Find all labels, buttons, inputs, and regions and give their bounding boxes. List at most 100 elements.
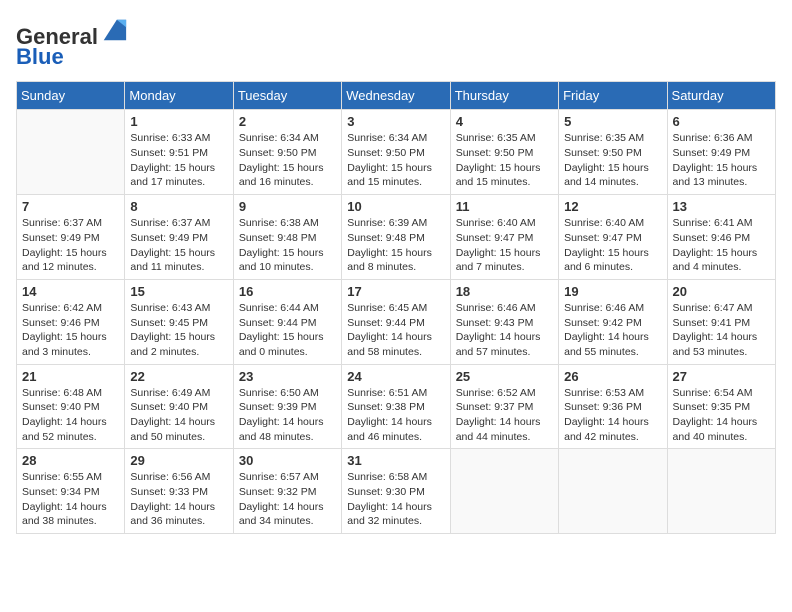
calendar-cell: 3Sunrise: 6:34 AM Sunset: 9:50 PM Daylig… (342, 110, 450, 195)
day-info: Sunrise: 6:35 AM Sunset: 9:50 PM Dayligh… (564, 131, 661, 190)
calendar-cell: 22 Sunrise: 6:49 AM Sunset: 9:40 PM Dayli… (125, 364, 233, 449)
calendar-cell: 23 Sunrise: 6:50 AM Sunset: 9:39 PM Dayli… (233, 364, 341, 449)
day-info: Sunrise: 6:44 AM Sunset: 9:44 PM Dayligh… (239, 301, 336, 360)
day-number: 5 (564, 114, 661, 129)
day-info: Sunrise: 6:40 AM Sunset: 9:47 PM Dayligh… (456, 216, 553, 275)
calendar-cell: 30Sunrise: 6:57 AM Sunset: 9:32 PM Dayli… (233, 449, 341, 534)
page-header: General Blue (16, 16, 776, 69)
day-number: 13 (673, 199, 770, 214)
day-number: 15 (130, 284, 227, 299)
day-info: Sunrise: 6:46 AM Sunset: 9:42 PM Dayligh… (564, 301, 661, 360)
day-number: 9 (239, 199, 336, 214)
day-info: Sunrise: 6:40 AM Sunset: 9:47 PM Dayligh… (564, 216, 661, 275)
calendar-cell: 13 Sunrise: 6:41 AM Sunset: 9:46 PM Dayli… (667, 195, 775, 280)
day-info: Sunrise: 6:49 AM Sunset: 9:40 PM Dayligh… (130, 386, 227, 445)
day-number: 28 (22, 453, 119, 468)
calendar-cell (450, 449, 558, 534)
weekday-header-row: SundayMondayTuesdayWednesdayThursdayFrid… (17, 82, 776, 110)
calendar-cell: 24 Sunrise: 6:51 AM Sunset: 9:38 PM Dayli… (342, 364, 450, 449)
day-number: 29 (130, 453, 227, 468)
calendar-cell: 12 Sunrise: 6:40 AM Sunset: 9:47 PM Dayli… (559, 195, 667, 280)
day-number: 22 (130, 369, 227, 384)
day-info: Sunrise: 6:45 AM Sunset: 9:44 PM Dayligh… (347, 301, 444, 360)
day-info: Sunrise: 6:55 AM Sunset: 9:34 PM Dayligh… (22, 470, 119, 529)
logo: General Blue (16, 16, 128, 69)
weekday-header-sunday: Sunday (17, 82, 125, 110)
day-info: Sunrise: 6:34 AM Sunset: 9:50 PM Dayligh… (239, 131, 336, 190)
calendar-cell: 26 Sunrise: 6:53 AM Sunset: 9:36 PM Dayli… (559, 364, 667, 449)
day-info: Sunrise: 6:56 AM Sunset: 9:33 PM Dayligh… (130, 470, 227, 529)
calendar-cell (559, 449, 667, 534)
calendar-cell: 10 Sunrise: 6:39 AM Sunset: 9:48 PM Dayli… (342, 195, 450, 280)
day-number: 25 (456, 369, 553, 384)
day-info: Sunrise: 6:37 AM Sunset: 9:49 PM Dayligh… (22, 216, 119, 275)
calendar-cell: 25Sunrise: 6:52 AM Sunset: 9:37 PM Dayli… (450, 364, 558, 449)
weekday-header-saturday: Saturday (667, 82, 775, 110)
day-number: 8 (130, 199, 227, 214)
day-number: 17 (347, 284, 444, 299)
day-number: 26 (564, 369, 661, 384)
day-info: Sunrise: 6:54 AM Sunset: 9:35 PM Dayligh… (673, 386, 770, 445)
calendar-cell (17, 110, 125, 195)
calendar-cell: 28 Sunrise: 6:55 AM Sunset: 9:34 PM Dayli… (17, 449, 125, 534)
day-number: 14 (22, 284, 119, 299)
day-info: Sunrise: 6:48 AM Sunset: 9:40 PM Dayligh… (22, 386, 119, 445)
day-number: 16 (239, 284, 336, 299)
day-number: 10 (347, 199, 444, 214)
weekday-header-thursday: Thursday (450, 82, 558, 110)
calendar-cell: 1 Sunrise: 6:33 AM Sunset: 9:51 PM Daylig… (125, 110, 233, 195)
day-number: 3 (347, 114, 444, 129)
day-number: 20 (673, 284, 770, 299)
day-info: Sunrise: 6:46 AM Sunset: 9:43 PM Dayligh… (456, 301, 553, 360)
day-info: Sunrise: 6:47 AM Sunset: 9:41 PM Dayligh… (673, 301, 770, 360)
day-number: 7 (22, 199, 119, 214)
day-number: 12 (564, 199, 661, 214)
day-info: Sunrise: 6:39 AM Sunset: 9:48 PM Dayligh… (347, 216, 444, 275)
day-number: 21 (22, 369, 119, 384)
day-number: 31 (347, 453, 444, 468)
day-info: Sunrise: 6:53 AM Sunset: 9:36 PM Dayligh… (564, 386, 661, 445)
day-info: Sunrise: 6:35 AM Sunset: 9:50 PM Dayligh… (456, 131, 553, 190)
calendar-cell: 7 Sunrise: 6:37 AM Sunset: 9:49 PM Daylig… (17, 195, 125, 280)
calendar-cell: 4 Sunrise: 6:35 AM Sunset: 9:50 PM Daylig… (450, 110, 558, 195)
calendar-cell: 8 Sunrise: 6:37 AM Sunset: 9:49 PM Daylig… (125, 195, 233, 280)
week-row-2: 7 Sunrise: 6:37 AM Sunset: 9:49 PM Daylig… (17, 195, 776, 280)
day-info: Sunrise: 6:50 AM Sunset: 9:39 PM Dayligh… (239, 386, 336, 445)
day-number: 6 (673, 114, 770, 129)
weekday-header-friday: Friday (559, 82, 667, 110)
calendar-cell: 27Sunrise: 6:54 AM Sunset: 9:35 PM Dayli… (667, 364, 775, 449)
day-number: 23 (239, 369, 336, 384)
weekday-header-monday: Monday (125, 82, 233, 110)
calendar-cell: 17 Sunrise: 6:45 AM Sunset: 9:44 PM Dayli… (342, 279, 450, 364)
calendar-cell: 21 Sunrise: 6:48 AM Sunset: 9:40 PM Dayli… (17, 364, 125, 449)
logo-icon (100, 16, 128, 44)
day-number: 19 (564, 284, 661, 299)
week-row-5: 28 Sunrise: 6:55 AM Sunset: 9:34 PM Dayli… (17, 449, 776, 534)
calendar-cell: 2Sunrise: 6:34 AM Sunset: 9:50 PM Daylig… (233, 110, 341, 195)
calendar-cell: 31 Sunrise: 6:58 AM Sunset: 9:30 PM Dayli… (342, 449, 450, 534)
weekday-header-wednesday: Wednesday (342, 82, 450, 110)
day-info: Sunrise: 6:41 AM Sunset: 9:46 PM Dayligh… (673, 216, 770, 275)
week-row-1: 1 Sunrise: 6:33 AM Sunset: 9:51 PM Daylig… (17, 110, 776, 195)
day-info: Sunrise: 6:37 AM Sunset: 9:49 PM Dayligh… (130, 216, 227, 275)
day-info: Sunrise: 6:43 AM Sunset: 9:45 PM Dayligh… (130, 301, 227, 360)
calendar-cell: 9 Sunrise: 6:38 AM Sunset: 9:48 PM Daylig… (233, 195, 341, 280)
day-info: Sunrise: 6:36 AM Sunset: 9:49 PM Dayligh… (673, 131, 770, 190)
day-info: Sunrise: 6:42 AM Sunset: 9:46 PM Dayligh… (22, 301, 119, 360)
day-info: Sunrise: 6:38 AM Sunset: 9:48 PM Dayligh… (239, 216, 336, 275)
day-number: 18 (456, 284, 553, 299)
day-info: Sunrise: 6:51 AM Sunset: 9:38 PM Dayligh… (347, 386, 444, 445)
day-number: 24 (347, 369, 444, 384)
calendar-cell: 18 Sunrise: 6:46 AM Sunset: 9:43 PM Dayli… (450, 279, 558, 364)
calendar-cell: 15 Sunrise: 6:43 AM Sunset: 9:45 PM Dayli… (125, 279, 233, 364)
calendar-cell: 5 Sunrise: 6:35 AM Sunset: 9:50 PM Daylig… (559, 110, 667, 195)
day-number: 11 (456, 199, 553, 214)
day-info: Sunrise: 6:33 AM Sunset: 9:51 PM Dayligh… (130, 131, 227, 190)
day-number: 1 (130, 114, 227, 129)
day-info: Sunrise: 6:57 AM Sunset: 9:32 PM Dayligh… (239, 470, 336, 529)
day-number: 4 (456, 114, 553, 129)
calendar-cell: 20 Sunrise: 6:47 AM Sunset: 9:41 PM Dayli… (667, 279, 775, 364)
calendar-cell (667, 449, 775, 534)
calendar-cell: 6 Sunrise: 6:36 AM Sunset: 9:49 PM Daylig… (667, 110, 775, 195)
day-info: Sunrise: 6:58 AM Sunset: 9:30 PM Dayligh… (347, 470, 444, 529)
